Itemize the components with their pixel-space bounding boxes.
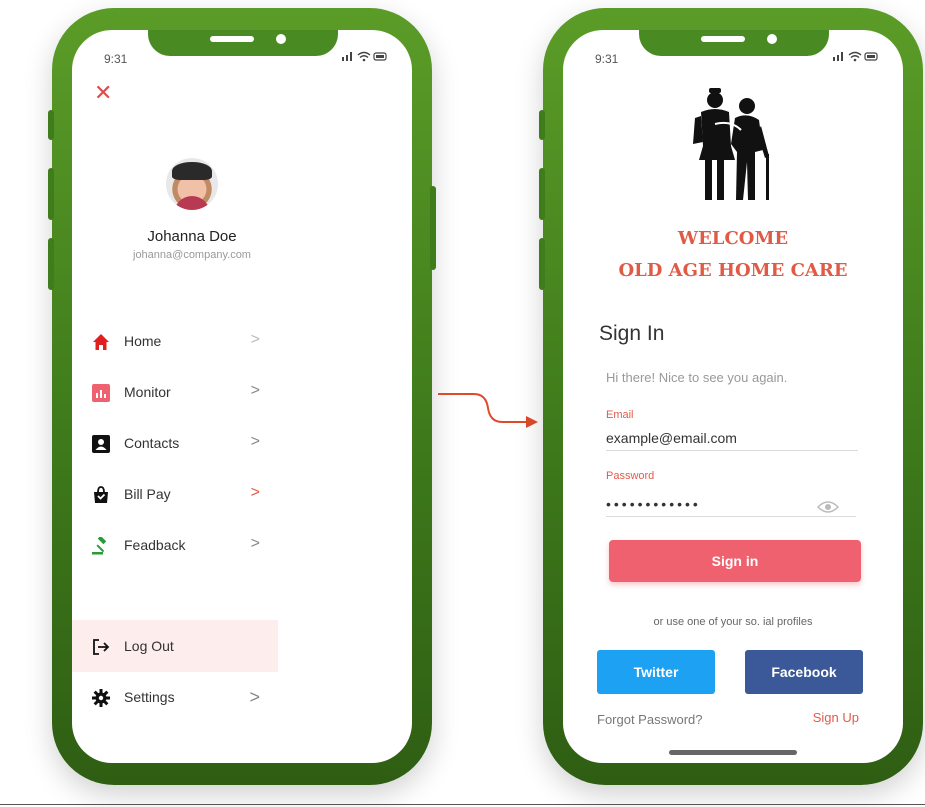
chevron-right-icon: >	[250, 535, 260, 552]
power-button	[430, 186, 436, 270]
email-label: Email	[606, 409, 634, 421]
menu-label-contacts: Contacts	[124, 435, 180, 451]
notch	[639, 30, 829, 56]
status-time: 9:31	[595, 52, 619, 66]
chevron-right-icon: >	[250, 382, 260, 399]
welcome-heading: WELCOME	[677, 228, 789, 249]
notch	[148, 30, 338, 56]
chevron-right-icon: >	[249, 687, 260, 707]
gavel-icon	[92, 537, 107, 555]
avatar[interactable]	[166, 158, 218, 210]
facebook-button[interactable]: Facebook	[745, 650, 863, 694]
volume-down-button	[539, 238, 545, 290]
bottom-divider	[0, 804, 925, 805]
menu-label-monitor: Monitor	[124, 384, 171, 400]
app-name-heading: OLD AGE HOME CARE	[618, 260, 848, 281]
menu-screen: 9:31 ✕ Johanna Doe johanna@company.com H…	[72, 30, 412, 763]
signin-button[interactable]: Sign in	[609, 540, 861, 582]
settings-label: Settings	[124, 689, 175, 705]
user-name: Johanna Doe	[147, 228, 237, 245]
menu-item-contacts[interactable]: Contacts >	[92, 429, 260, 459]
status-icons	[831, 50, 879, 65]
logout-icon	[93, 639, 110, 655]
chevron-right-icon: >	[250, 484, 260, 501]
signin-title: Sign In	[599, 322, 665, 345]
close-icon[interactable]: ✕	[94, 82, 112, 104]
logout-button[interactable]: Log Out	[92, 632, 260, 662]
logout-label: Log Out	[124, 638, 174, 654]
twitter-button[interactable]: Twitter	[597, 650, 715, 694]
chart-icon	[92, 384, 110, 402]
contacts-icon	[92, 435, 110, 453]
menu-item-bill-pay[interactable]: Bill Pay >	[92, 480, 260, 510]
right-phone-frame: 9:31 WELCOME OLD AGE HOME CARE Sign In H…	[539, 8, 923, 785]
chevron-right-icon: >	[250, 331, 260, 348]
user-email: johanna@company.com	[133, 249, 251, 261]
mute-switch	[48, 110, 54, 140]
social-hint-text: or use one of your so. ial profiles	[653, 616, 813, 628]
menu-item-home[interactable]: Home >	[92, 327, 260, 357]
flow-arrow-icon	[438, 393, 538, 428]
home-icon	[93, 334, 109, 350]
menu-label-feedback: Feadback	[124, 537, 186, 553]
menu-label-home: Home	[124, 333, 162, 349]
menu-label-bill-pay: Bill Pay	[124, 486, 171, 502]
volume-up-button	[48, 168, 54, 220]
greeting-text: Hi there! Nice to see you again.	[606, 370, 788, 385]
home-indicator	[669, 750, 797, 755]
forgot-password-link[interactable]: Forgot Password?	[597, 712, 703, 727]
signal-wifi-battery-icon	[833, 51, 878, 62]
left-phone-frame: 9:31 ✕ Johanna Doe johanna@company.com H…	[48, 8, 436, 785]
menu-item-feedback[interactable]: Feadback >	[92, 531, 260, 561]
status-icons	[340, 50, 388, 65]
email-field[interactable]: example@email.com	[606, 430, 858, 451]
menu-item-settings[interactable]: Settings >	[92, 683, 260, 713]
volume-up-button	[539, 168, 545, 220]
volume-down-button	[48, 238, 54, 290]
password-label: Password	[606, 470, 655, 482]
elderly-care-icon	[693, 88, 769, 200]
mute-switch	[539, 110, 545, 140]
shopping-bag-icon	[94, 486, 108, 503]
gear-icon	[92, 689, 110, 707]
signal-wifi-battery-icon	[342, 51, 387, 62]
menu-item-monitor[interactable]: Monitor >	[92, 378, 260, 408]
chevron-right-icon: >	[250, 433, 260, 450]
sign-up-link[interactable]: Sign Up	[813, 710, 859, 725]
signin-screen: 9:31 WELCOME OLD AGE HOME CARE Sign In H…	[563, 30, 903, 763]
eye-icon[interactable]	[817, 500, 839, 514]
status-time: 9:31	[104, 52, 128, 66]
